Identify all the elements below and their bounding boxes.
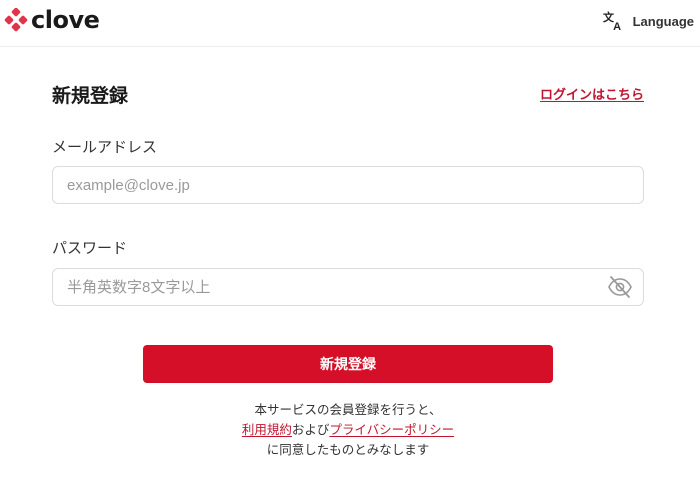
logo-text: clove [31,6,100,34]
language-label: Language [632,13,694,29]
terms-line-3: に同意したものとみなします [266,442,430,457]
email-label: メールアドレス [52,138,158,156]
password-label: パスワード [52,239,128,257]
translate-icon: 文 A [603,10,621,32]
terms-line-1: 本サービスの会員登録を行うと、 [254,402,442,417]
terms-notice: 本サービスの会員登録を行うと、 利用規約およびプライバシーポリシー に同意したも… [148,400,548,460]
email-field-box [52,166,644,204]
terms-and-text: および [291,422,330,437]
register-button[interactable]: 新規登録 [143,345,553,383]
clove-logo-icon [4,8,28,32]
language-selector[interactable]: 文 A Language [603,10,694,32]
terms-of-service-link[interactable]: 利用規約 [242,422,292,437]
svg-text:A: A [613,21,621,32]
password-field-box [52,268,644,306]
eye-off-icon[interactable] [607,275,633,299]
privacy-policy-link[interactable]: プライバシーポリシー [329,422,454,437]
email-field[interactable] [67,167,597,203]
terms-line-2: 利用規約およびプライバシーポリシー [148,420,548,440]
logo[interactable]: clove [4,6,100,34]
password-field[interactable] [67,269,597,305]
page-title: 新規登録 [52,85,129,107]
top-bar: clove 文 A Language [0,0,700,47]
login-link[interactable]: ログインはこちら [540,87,644,105]
